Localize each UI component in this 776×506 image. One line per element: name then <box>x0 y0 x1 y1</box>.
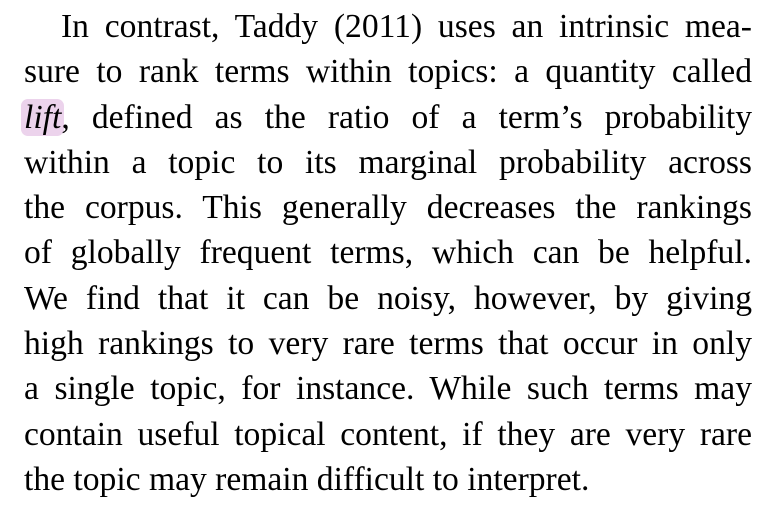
text-line: the topic may remain difficult to interp… <box>24 460 590 498</box>
text-line: a single topic, for instance. While such… <box>24 370 752 408</box>
text-line: lift, defined as the ratio of a term’s p… <box>21 95 752 140</box>
text-line: contain useful topical content, if they … <box>24 415 752 453</box>
text-line: high rankings to very rare terms that oc… <box>24 325 752 363</box>
text-line: the corpus. This generally decreases the… <box>24 189 752 227</box>
text-line: of globally frequent terms, which can be… <box>24 234 752 272</box>
text-line: In contrast, Taddy (2011) uses an intrin… <box>61 8 752 45</box>
text-line: within a topic to its marginal probabili… <box>24 143 752 181</box>
highlighted-term-lift[interactable]: lift <box>21 98 65 136</box>
body-paragraph: In contrast, Taddy (2011) uses an intrin… <box>21 4 752 502</box>
text-line: We find that it can be noisy, however, b… <box>24 279 752 317</box>
text-line-rest: , defined as the ratio of a term’s proba… <box>61 98 752 136</box>
text-line: sure to rank terms within topics: a quan… <box>24 53 752 91</box>
